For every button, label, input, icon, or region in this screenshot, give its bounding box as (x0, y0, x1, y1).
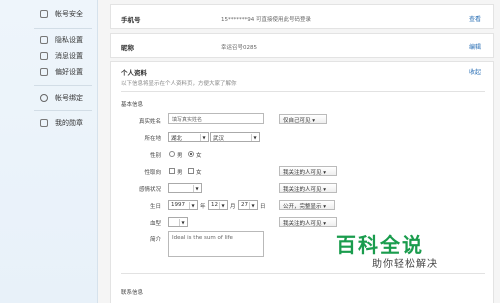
sidebar-item-account-security[interactable]: 帐号安全 (0, 5, 98, 23)
province-value: 湖北 (171, 136, 183, 142)
realname-label: 真实姓名 (138, 119, 161, 125)
province-select[interactable]: 湖北 ▼ (168, 132, 209, 142)
city-select[interactable]: 武汉 ▼ (210, 132, 260, 142)
chevron-down-icon: ▼ (219, 202, 226, 209)
orientation-male-label: 男 (177, 170, 183, 176)
phone-label: 手机号 (121, 16, 141, 24)
divider (121, 273, 485, 274)
sidebar-item-label: 我的勋章 (55, 119, 83, 127)
message-icon (40, 52, 48, 60)
shield-icon (40, 10, 48, 18)
nickname-edit-link[interactable]: 编辑 (469, 42, 481, 51)
settings-page: 帐号安全 隐私设置 消息设置 偏好设置 帐号绑定 我的勋章 手机号 15**** (0, 0, 500, 303)
birth-year-select[interactable]: 1997 ▼ (168, 200, 198, 210)
gender-female-radio[interactable] (188, 151, 194, 157)
gender-female-label: 女 (196, 153, 202, 159)
medal-icon (40, 119, 48, 127)
chevron-down-icon: ▼ (189, 202, 196, 209)
city-value: 武汉 (213, 136, 225, 142)
orientation-female-checkbox[interactable] (188, 168, 194, 174)
sidebar-item-label: 消息设置 (55, 52, 83, 60)
preferences-icon (40, 68, 48, 76)
day-unit: 日 (260, 204, 266, 210)
phone-view-link[interactable]: 查看 (469, 14, 481, 23)
orientation-female-label: 女 (196, 170, 202, 176)
orientation-male-checkbox[interactable] (169, 168, 175, 174)
sidebar-divider (34, 85, 92, 86)
settings-sidebar: 帐号安全 隐私设置 消息设置 偏好设置 帐号绑定 我的勋章 (0, 0, 98, 303)
sidebar-item-label: 偏好设置 (55, 68, 83, 76)
orientation-privacy-select[interactable]: 我关注的人可见 ▾ (279, 166, 337, 176)
sidebar-divider (34, 110, 92, 111)
nickname-label: 昵称 (121, 44, 134, 52)
chevron-down-icon: ▼ (200, 134, 207, 141)
basic-info-heading: 基本信息 (121, 102, 144, 108)
gender-label: 性别 (149, 153, 161, 159)
link-icon (40, 94, 48, 102)
birth-day-select[interactable]: 27 ▼ (238, 200, 258, 210)
month-value: 12 (211, 202, 218, 208)
nickname-row: 昵称 幸运召号0285 编辑 (110, 33, 494, 58)
bio-textarea[interactable]: Ideal is the sum of life (168, 231, 264, 257)
chevron-down-icon: ▼ (249, 202, 256, 209)
privacy-value: 仅自己可见 (283, 118, 311, 124)
phone-row: 手机号 15*******94 可直接使用此号码登录 查看 (110, 4, 494, 29)
sidebar-item-account-binding[interactable]: 帐号绑定 (0, 89, 98, 107)
day-value: 27 (241, 202, 248, 208)
sidebar-item-medals[interactable]: 我的勋章 (0, 114, 98, 132)
sidebar-item-label: 帐号绑定 (55, 94, 83, 102)
sidebar-item-label: 隐私设置 (55, 36, 83, 44)
privacy-value: 我关注的人可见 (283, 221, 322, 227)
chevron-down-icon: ▼ (179, 219, 186, 226)
blood-privacy-select[interactable]: 我关注的人可见 ▾ (279, 217, 337, 227)
privacy-value: 公开，完整显示 (283, 204, 322, 210)
realname-input[interactable]: 填写真实姓名 (168, 113, 264, 124)
lock-icon (40, 36, 48, 44)
watermark-title: 百科全说 (336, 233, 424, 257)
year-unit: 年 (200, 204, 206, 210)
gender-male-radio[interactable] (169, 151, 175, 157)
privacy-value: 我关注的人可见 (283, 170, 322, 176)
realname-privacy-select[interactable]: 仅自己可见 ▾ (279, 114, 327, 124)
profile-title: 个人资料 (121, 69, 147, 77)
sidebar-divider (34, 28, 92, 29)
relationship-label: 感情状况 (138, 187, 161, 193)
blood-label: 血型 (149, 221, 161, 227)
watermark-subtitle: 助你轻松解决 (372, 259, 438, 270)
gender-male-label: 男 (177, 153, 183, 159)
collapse-link[interactable]: 收起 (469, 67, 481, 76)
watermark-logo: 百科全说 助你轻松解决 (336, 229, 456, 271)
contact-info-heading: 联系信息 (121, 290, 144, 296)
year-value: 1997 (171, 202, 185, 208)
nickname-value: 幸运召号0285 (221, 45, 257, 51)
birth-month-select[interactable]: 12 ▼ (208, 200, 228, 210)
relationship-select[interactable]: ▼ (168, 183, 202, 193)
profile-subtitle: 以下信息将显示在个人资料页，方便大家了解你 (121, 81, 237, 87)
sidebar-item-preferences[interactable]: 偏好设置 (0, 63, 98, 81)
birthday-privacy-select[interactable]: 公开，完整显示 ▾ (279, 200, 335, 210)
birthday-label: 生日 (149, 204, 161, 210)
relationship-privacy-select[interactable]: 我关注的人可见 ▾ (279, 183, 337, 193)
chevron-down-icon: ▼ (251, 134, 258, 141)
location-label: 所在地 (144, 136, 161, 142)
chevron-down-icon: ▼ (193, 185, 200, 192)
divider (121, 91, 485, 92)
bio-label: 简介 (149, 237, 161, 243)
privacy-value: 我关注的人可见 (283, 187, 322, 193)
month-unit: 月 (230, 204, 236, 210)
sidebar-item-label: 帐号安全 (55, 10, 83, 18)
phone-value: 15*******94 可直接使用此号码登录 (221, 17, 311, 23)
blood-select[interactable]: ▼ (168, 217, 188, 227)
orientation-label: 性取向 (144, 170, 161, 176)
